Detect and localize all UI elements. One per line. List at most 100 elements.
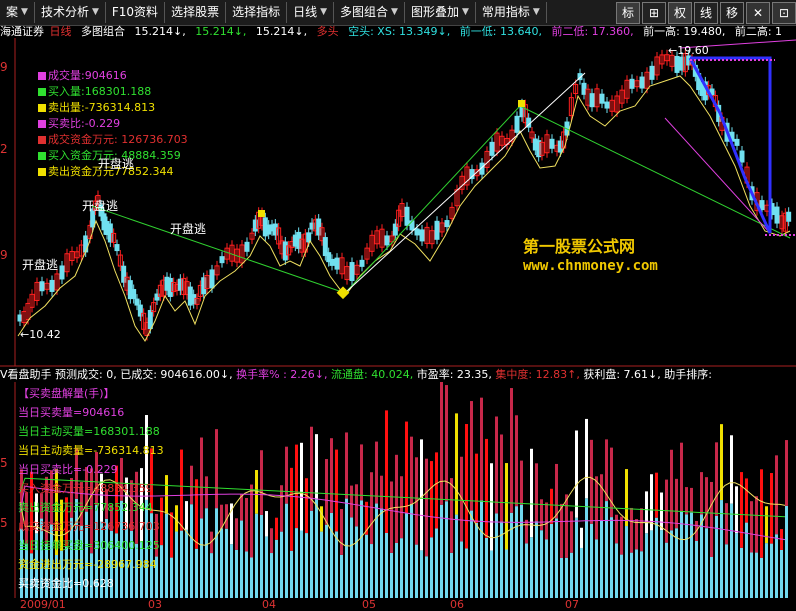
candle-body xyxy=(419,229,425,242)
x-axis-tick-label: 05 xyxy=(362,598,376,611)
volume-bar-upper xyxy=(190,465,193,505)
chevron-down-icon: ▼ xyxy=(391,7,398,17)
volume-bar-upper xyxy=(635,519,638,550)
volume-bar-lower xyxy=(615,543,618,598)
x-axis-tick-label: 06 xyxy=(450,598,464,611)
legend-entry: 成交资金万元: 126736.703 xyxy=(38,132,188,148)
volume-bar-upper xyxy=(475,453,478,523)
volume-bar-lower xyxy=(190,504,193,598)
volume-bar-upper xyxy=(585,418,588,499)
toolbar-item[interactable]: 多图组合 ▼ xyxy=(334,2,405,23)
trend-line-magenta xyxy=(664,117,771,234)
volume-bar-upper xyxy=(465,424,468,549)
toolbar-icon-button[interactable]: ✕ xyxy=(746,2,770,24)
volume-bar-upper xyxy=(630,507,633,553)
volume-bar-upper xyxy=(765,506,768,544)
volume-bar-upper xyxy=(215,429,218,509)
volume-bar-lower xyxy=(185,529,188,598)
toolbar-icon-button[interactable]: 移 xyxy=(720,2,744,24)
toolbar-item-label: 图形叠加 xyxy=(410,5,459,19)
indicator-list-item: 买入资金万元=48884.359 xyxy=(18,482,153,495)
volume-bar-lower xyxy=(235,549,238,598)
volume-bar-lower xyxy=(215,508,218,598)
toolbar-item[interactable]: 案 ▼ xyxy=(0,2,35,23)
y-label-1: 9 xyxy=(0,60,8,74)
legend-swatch xyxy=(38,152,46,160)
legend-text: 卖出量:-736314.813 xyxy=(48,101,156,114)
volume-bar-lower xyxy=(740,547,743,598)
legend-swatch xyxy=(38,72,46,80)
volume-bar-lower xyxy=(420,550,423,598)
volume-bar-upper xyxy=(555,463,558,519)
forecast-volume: 预测成交: 0, xyxy=(55,368,117,381)
volume-bar-upper xyxy=(200,437,203,519)
volume-bar-upper xyxy=(335,449,338,532)
volume-bar-upper xyxy=(265,511,268,537)
volume-bar-upper xyxy=(300,442,303,531)
volume-bar-lower xyxy=(775,534,778,598)
turnover-rate: 换手率% : 2.26↓, xyxy=(236,368,328,381)
volume-bar-upper xyxy=(545,502,548,540)
volume-bar-lower xyxy=(605,501,608,598)
volume-bar-lower xyxy=(710,556,713,598)
volume-bar-upper xyxy=(670,449,673,531)
volume-bar-upper xyxy=(700,472,703,515)
toolbar-item[interactable]: 选择指标 xyxy=(226,2,288,23)
volume-bar-upper xyxy=(715,442,718,516)
candle-body xyxy=(359,259,365,267)
toolbar-item-label: 技术分析 xyxy=(40,5,89,19)
volume-bar-upper xyxy=(450,478,453,553)
volume-bar-lower xyxy=(320,531,323,598)
candle-body xyxy=(674,55,680,73)
volume-bar-lower xyxy=(490,550,493,598)
prev-high-2: 前二高: 1 xyxy=(734,25,783,38)
volume-bar-upper xyxy=(220,504,223,529)
volume-bar-lower xyxy=(705,528,708,598)
toolbar-item[interactable]: 选择股票 xyxy=(165,2,227,23)
candle-body xyxy=(209,269,215,289)
candle-body xyxy=(599,93,605,104)
legend-text: 成交资金万元: 126736.703 xyxy=(48,133,188,146)
toolbar-item[interactable]: 图形叠加 ▼ xyxy=(405,2,476,23)
volume-bar-lower xyxy=(765,543,768,598)
volume-bar-lower xyxy=(220,528,223,598)
toolbar-icon-button[interactable]: ⊡ xyxy=(772,2,796,24)
volume-bar-lower xyxy=(695,540,698,598)
toolbar-item[interactable]: F10资料 xyxy=(106,2,166,23)
legend-text: 买卖比:-0.229 xyxy=(48,117,121,130)
volume-bar-lower xyxy=(670,530,673,598)
combo-label: 多图组合 xyxy=(81,25,125,38)
volume-bar-lower xyxy=(285,503,288,598)
toolbar-item[interactable]: 技术分析 ▼ xyxy=(35,2,106,23)
toolbar-item[interactable]: 常用指标 ▼ xyxy=(476,2,547,23)
volume-bar-upper xyxy=(640,508,643,552)
candle-body xyxy=(759,200,765,211)
volume-bar-lower xyxy=(510,512,513,598)
volume-bar-lower xyxy=(650,530,653,598)
candle-body xyxy=(244,241,250,252)
toolbar-icon-button[interactable]: 标 xyxy=(616,2,640,24)
toolbar-icon-button[interactable]: 权 xyxy=(668,2,692,24)
volume-bar-lower xyxy=(730,503,733,598)
volume-bar-upper xyxy=(680,442,683,512)
volume-bar-upper xyxy=(690,487,693,513)
toolbar-icon-button[interactable]: ⊞ xyxy=(642,2,666,24)
volume-bar-lower xyxy=(315,498,318,598)
volume-bar-upper xyxy=(385,410,388,533)
volume-bar-upper xyxy=(480,397,483,501)
volume-bar-lower xyxy=(550,523,553,598)
candle-body xyxy=(39,281,45,292)
legend-swatch xyxy=(38,104,46,112)
toolbar-item-label: 选择股票 xyxy=(171,5,220,19)
volume-bar-lower xyxy=(540,530,543,598)
volume-bar-lower xyxy=(380,508,383,598)
volume-bar-lower xyxy=(180,530,183,598)
volume-bar-lower xyxy=(560,557,563,598)
toolbar-icon-button[interactable]: 线 xyxy=(694,2,718,24)
legend-swatch xyxy=(38,168,46,176)
volume-bar-lower xyxy=(445,501,448,598)
volume-bar-lower xyxy=(230,544,233,598)
volume-bar-upper xyxy=(420,439,423,551)
toolbar-item[interactable]: 日线 ▼ xyxy=(287,2,335,23)
volume-bar-upper xyxy=(445,385,448,502)
